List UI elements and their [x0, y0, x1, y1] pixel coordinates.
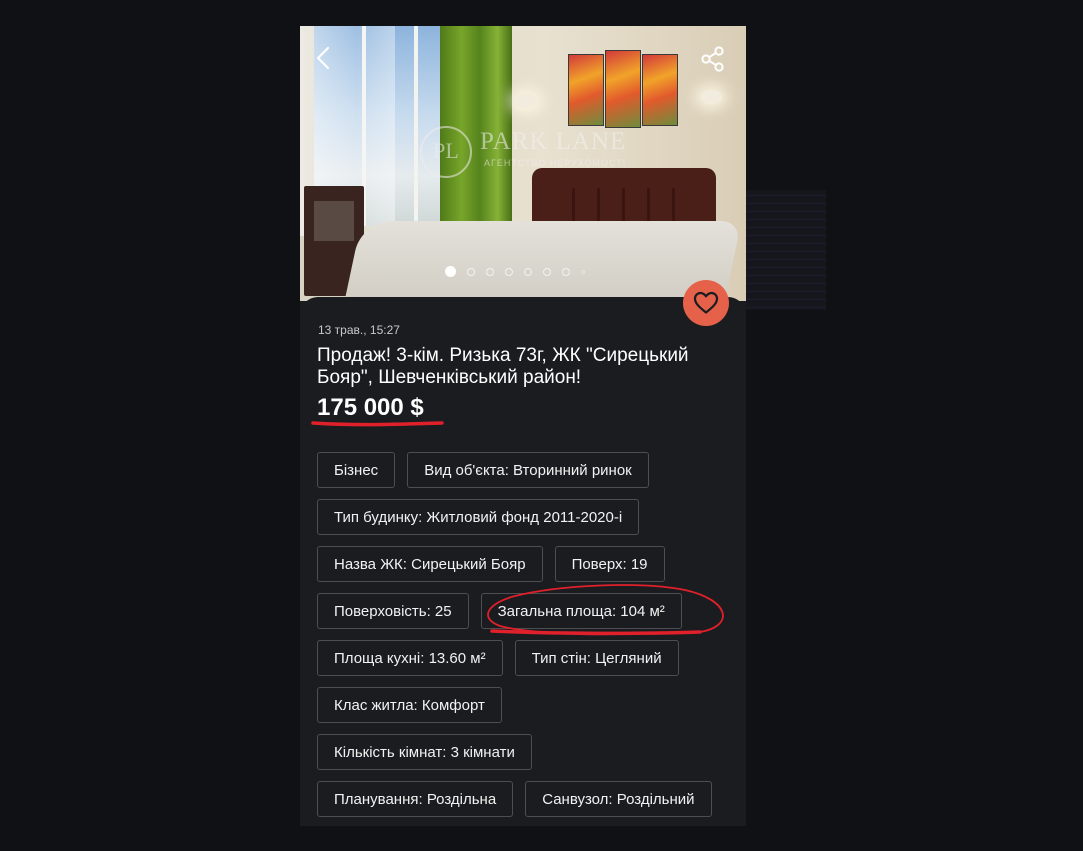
- listing-price: 175 000 $: [317, 394, 424, 421]
- attribute-row: Назва ЖК: Сирецький Бояр Поверх: 19: [317, 546, 737, 582]
- attribute-row: Площа кухні: 13.60 м² Тип стін: Цегляний: [317, 640, 737, 676]
- gallery-dot[interactable]: [524, 267, 532, 276]
- property-attributes: Бізнес Вид об'єкта: Вторинний ринок Тип бу…: [317, 452, 737, 826]
- attribute-row: Клас житла: Комфорт: [317, 687, 737, 723]
- attribute-row: Тип будинку: Житловий фонд 2011-2020-і: [317, 499, 737, 535]
- attribute-chip: Вид об'єкта: Вторинний ринок: [407, 452, 649, 488]
- screen-artifact: [746, 190, 826, 310]
- attribute-chip: Планування: Роздільна: [317, 781, 514, 817]
- attribute-chip: Поверх: 19: [554, 546, 665, 582]
- share-icon: [701, 46, 724, 72]
- attribute-row: Поверховість: 25 Загальна площа: 104 м²: [317, 593, 737, 629]
- attribute-chip: Бізнес: [317, 452, 396, 488]
- photo-bed: [342, 221, 742, 301]
- attribute-row: Кількість кімнат: 3 кімнати: [317, 734, 737, 770]
- attribute-row: Планування: Роздільна Санвузол: Роздільни…: [317, 781, 737, 817]
- attribute-chip: Площа кухні: 13.60 м²: [317, 640, 503, 676]
- listing-date: 13 трав., 15:27: [318, 323, 400, 337]
- attribute-chip: Кількість кімнат: 3 кімнати: [317, 734, 532, 770]
- gallery-dot[interactable]: [562, 267, 570, 276]
- favorite-button[interactable]: [683, 280, 729, 326]
- attribute-chip: Клас житла: Комфорт: [317, 687, 502, 723]
- photo-lamp: [515, 94, 537, 108]
- watermark-logo: PL PARK LANE АГЕНТСТВО НЕРУХОМОСТІ: [420, 126, 640, 178]
- gallery-pagination[interactable]: [445, 266, 585, 277]
- heart-icon: [693, 291, 719, 314]
- watermark-title: PARK LANE: [480, 128, 627, 155]
- listing-title: Продаж! 3-кім. Ризька 73г, ЖК "Сирецький…: [317, 345, 689, 388]
- attribute-chip: Тип будинку: Житловий фонд 2011-2020-і: [317, 499, 640, 535]
- back-button[interactable]: [308, 42, 340, 74]
- attribute-chip: Назва ЖК: Сирецький Бояр: [317, 546, 543, 582]
- watermark-subtitle: АГЕНТСТВО НЕРУХОМОСТІ: [484, 158, 627, 168]
- chevron-left-icon: [316, 46, 330, 70]
- gallery-dot[interactable]: [581, 269, 585, 274]
- gallery-dot[interactable]: [445, 266, 456, 277]
- attribute-row: Бізнес Вид об'єкта: Вторинний ринок: [317, 452, 737, 488]
- attribute-chip: Загальна площа: 104 м²: [480, 593, 682, 629]
- gallery-dot[interactable]: [543, 267, 551, 276]
- gallery-dot[interactable]: [505, 267, 513, 276]
- attribute-chip: Тип стін: Цегляний: [514, 640, 679, 676]
- gallery-dot[interactable]: [467, 267, 475, 276]
- watermark-monogram: PL: [420, 126, 472, 178]
- share-button[interactable]: [698, 44, 728, 74]
- photo-gallery[interactable]: PL PARK LANE АГЕНТСТВО НЕРУХОМОСТІ: [300, 26, 746, 301]
- listing-screen: PL PARK LANE АГЕНТСТВО НЕРУХОМОСТІ 13 тр…: [300, 26, 746, 826]
- gallery-dot[interactable]: [486, 267, 494, 276]
- attribute-chip: Поверховість: 25: [317, 593, 469, 629]
- photo-painting: [568, 54, 604, 126]
- attribute-chip: Санвузол: Роздільний: [525, 781, 712, 817]
